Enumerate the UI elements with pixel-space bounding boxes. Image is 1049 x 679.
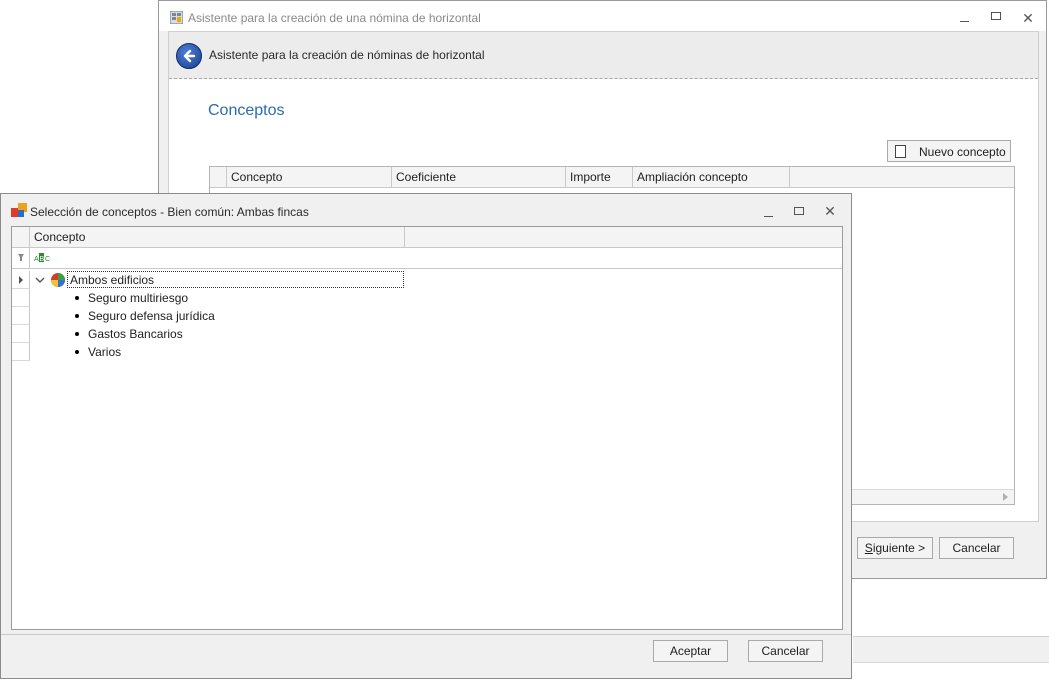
dialog-footer-divider xyxy=(1,634,851,635)
tree-node-child[interactable]: Varios xyxy=(88,345,121,359)
tree-row-root[interactable]: Ambos edificios xyxy=(12,271,842,289)
dialog-minimize-icon[interactable] xyxy=(758,204,778,220)
dialog-title: Selección de conceptos - Bien común: Amb… xyxy=(30,205,309,219)
concept-tree-header: Concepto xyxy=(12,227,842,248)
svg-text:C: C xyxy=(45,256,50,263)
dialog-restore-icon[interactable] xyxy=(789,204,809,220)
accept-button[interactable]: Aceptar xyxy=(653,640,728,662)
next-button[interactable]: Siguiente > xyxy=(857,537,933,559)
page-title: Conceptos xyxy=(208,102,285,119)
svg-text:A: A xyxy=(34,256,39,263)
tree-row-child[interactable]: Gastos Bancarios xyxy=(12,325,842,343)
tree-indicator-header xyxy=(12,227,30,247)
cancel-button[interactable]: Cancelar xyxy=(939,537,1014,559)
svg-text:B: B xyxy=(40,256,45,263)
dialog-titlebar: Selección de conceptos - Bien común: Amb… xyxy=(1,194,851,226)
new-concept-label: Nuevo concepto xyxy=(919,145,1006,159)
tree-row-child[interactable]: Seguro defensa jurídica xyxy=(12,307,842,325)
tree-row-child[interactable]: Seguro multiriesgo xyxy=(12,289,842,307)
background-window-bar xyxy=(853,636,1049,663)
concept-tree-grid[interactable]: Concepto A B C Ambos edificios Seguro mu… xyxy=(11,226,843,630)
next-button-mnemonic: S xyxy=(864,541,873,555)
wizard-titlebar: Asistente para la creación de una nómina… xyxy=(159,1,1046,31)
concept-selection-dialog: Selección de conceptos - Bien común: Amb… xyxy=(0,193,852,679)
tree-node-child[interactable]: Seguro multiriesgo xyxy=(88,291,188,305)
next-button-label: iguiente > xyxy=(872,541,926,555)
tree-row-child[interactable]: Varios xyxy=(12,343,842,361)
column-header-coeficiente[interactable]: Coeficiente xyxy=(391,167,565,187)
close-icon[interactable]: ✕ xyxy=(1018,11,1038,27)
scroll-right-icon[interactable] xyxy=(1003,493,1008,501)
wizard-header: Asistente para la creación de nóminas de… xyxy=(169,32,1038,79)
tree-node-child[interactable]: Seguro defensa jurídica xyxy=(88,309,215,323)
column-header-empty xyxy=(789,167,1014,187)
row-indicator-header xyxy=(210,167,226,187)
row-indicator xyxy=(12,307,30,325)
new-concept-button[interactable]: Nuevo concepto xyxy=(887,140,1011,162)
bullet-icon xyxy=(75,332,79,336)
filter-pin-icon xyxy=(18,254,24,261)
row-indicator xyxy=(12,343,30,361)
bullet-icon xyxy=(75,314,79,318)
bullet-icon xyxy=(75,350,79,354)
back-button[interactable] xyxy=(176,43,202,69)
chevron-down-icon[interactable] xyxy=(34,274,46,286)
column-header-importe[interactable]: Importe xyxy=(565,167,632,187)
filter-indicator xyxy=(12,248,30,268)
document-icon xyxy=(895,145,906,158)
column-header-concepto[interactable]: Concepto xyxy=(30,227,405,247)
dialog-close-icon[interactable]: ✕ xyxy=(820,204,840,220)
background-window xyxy=(853,580,1049,679)
abc-filter-icon[interactable]: A B C xyxy=(34,252,50,264)
row-indicator xyxy=(12,325,30,343)
row-indicator xyxy=(12,271,30,289)
tree-node-child[interactable]: Gastos Bancarios xyxy=(88,327,183,341)
dialog-cancel-button[interactable]: Cancelar xyxy=(748,640,823,662)
bullet-icon xyxy=(75,296,79,300)
restore-icon[interactable] xyxy=(986,9,1006,25)
pie-chart-icon xyxy=(51,273,65,287)
current-row-icon xyxy=(19,276,23,284)
column-header-ampliacion[interactable]: Ampliación concepto xyxy=(632,167,789,187)
column-header-concepto[interactable]: Concepto xyxy=(226,167,391,187)
minimize-icon[interactable] xyxy=(954,9,974,25)
tree-node-root[interactable]: Ambos edificios xyxy=(70,273,154,287)
row-indicator xyxy=(12,289,30,307)
auto-filter-row[interactable]: A B C xyxy=(12,248,842,269)
dialog-app-icon xyxy=(11,203,27,217)
app-icon xyxy=(170,11,183,24)
wizard-window-title: Asistente para la creación de una nómina… xyxy=(188,11,481,25)
back-arrow-icon xyxy=(183,49,196,63)
concepts-grid-header: Concepto Coeficiente Importe Ampliación … xyxy=(210,167,1014,188)
wizard-header-title: Asistente para la creación de nóminas de… xyxy=(209,48,485,62)
